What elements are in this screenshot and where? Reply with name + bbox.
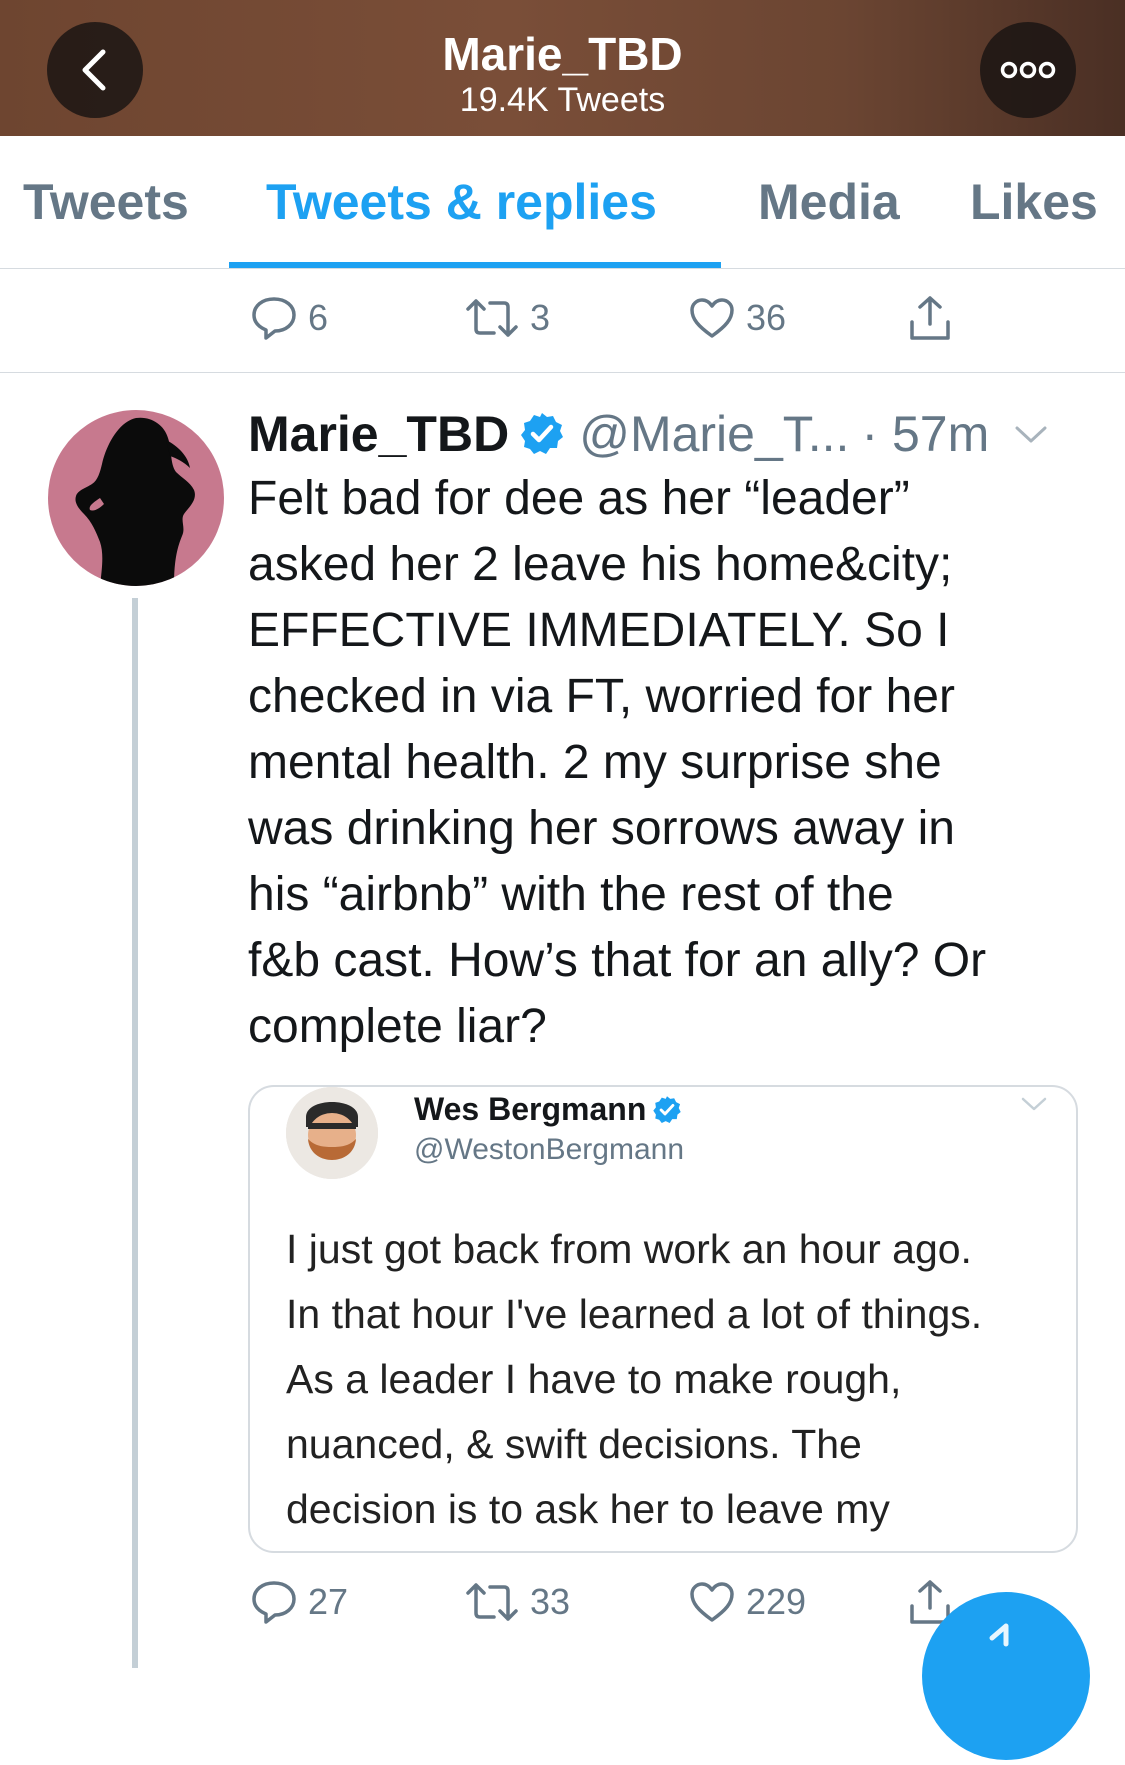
reply-button[interactable]: 27 [250,1572,348,1632]
quoted-avatar [286,1087,378,1179]
quoted-text-line: I just got back from work an hour ago. [286,1226,972,1272]
like-count: 229 [746,1581,807,1622]
like-count: 36 [746,297,787,338]
profile-tabs: Tweets Tweets & replies Media Likes [0,136,1125,269]
chevron-down-icon[interactable] [1013,422,1049,446]
thread-line [132,598,138,1668]
tab-likes[interactable]: Likes [970,172,1098,232]
quoted-text-line: As a leader I have to make rough, [286,1356,902,1402]
retweet-count: 3 [530,297,551,338]
quoted-author-name: Wes Bergmann [414,1091,647,1127]
verified-badge-icon [521,413,564,454]
avatar[interactable] [48,410,224,586]
tweet-text-line: f&b cast. How’s that for an ally? Or [248,934,987,987]
tweet-divider [0,372,1125,373]
share-button[interactable] [906,288,954,348]
tweet-header: Marie_TBD @Marie_T... · 57m [248,404,1049,464]
profile-header: Marie_TBD 19.4K Tweets [0,0,1125,136]
retweet-count: 33 [530,1581,571,1622]
quoted-author: Wes Bergmann [414,1091,682,1128]
retweet-button[interactable]: 33 [464,1572,570,1632]
bearded-man-avatar-icon [286,1087,378,1179]
tab-tweets-replies[interactable]: Tweets & replies [266,172,657,232]
quoted-text: I just got back from work an hour ago. I… [286,1217,1076,1542]
reply-icon [252,297,296,340]
quoted-image[interactable]: Wes Bergmann @WestonBergmann I just got … [248,1085,1078,1553]
silhouette-avatar-icon [75,417,195,586]
like-button[interactable]: 229 [688,1572,806,1632]
heart-icon [690,298,734,338]
prev-tweet-actions: 6 3 36 [0,288,1125,348]
retweet-button[interactable]: 3 [464,288,550,348]
tweet-text-line: checked in via FT, worried for her [248,670,955,723]
more-options-button[interactable] [980,22,1076,118]
tweet-text-line: asked her 2 leave his home&city; [248,538,953,591]
retweet-icon [466,299,518,337]
tweet-text-line: was drinking her sorrows away in [248,802,955,855]
tweet-text-line: EFFECTIVE IMMEDIATELY. So I [248,604,950,657]
tweet-author-name[interactable]: Marie_TBD [248,405,509,463]
compose-icon [989,1623,1009,1647]
reply-count: 27 [308,1581,349,1622]
header-tweet-count: 19.4K Tweets [459,81,666,119]
more-dots-icon [1000,61,1056,79]
quoted-text-line: In that hour I've learned a lot of thing… [286,1291,983,1337]
quoted-author-handle: @WestonBergmann [414,1133,685,1166]
tab-media[interactable]: Media [758,172,900,232]
like-button[interactable]: 36 [688,288,786,348]
tweet-text-line: complete liar? [248,1000,547,1053]
tweet-text-line: his “airbnb” with the rest of the [248,868,894,921]
tweet-text-line: Felt bad for dee as her “leader” [248,472,910,525]
chevron-down-icon [1021,1097,1047,1111]
reply-count: 6 [308,297,329,338]
tweet-text-line: mental health. 2 my surprise she [248,736,942,789]
tweet-author-handle[interactable]: @Marie_T... [579,405,849,463]
compose-tweet-button[interactable] [922,1592,1090,1760]
share-icon [910,296,950,340]
tweet-timestamp: · 57m [861,406,990,462]
heart-icon [690,1582,734,1622]
retweet-icon [466,1583,518,1621]
reply-button[interactable]: 6 [250,288,328,348]
reply-icon [252,1581,296,1624]
header-title: Marie_TBD [442,28,683,80]
verified-badge-icon [653,1095,682,1123]
tab-tweets[interactable]: Tweets [23,172,189,232]
active-tab-indicator [229,262,721,268]
quoted-text-line: decision is to ask her to leave my [286,1486,890,1532]
quoted-text-line: nuanced, & swift decisions. The [286,1421,862,1467]
tweet-text: Felt bad for dee as her “leader” asked h… [248,466,1088,1060]
